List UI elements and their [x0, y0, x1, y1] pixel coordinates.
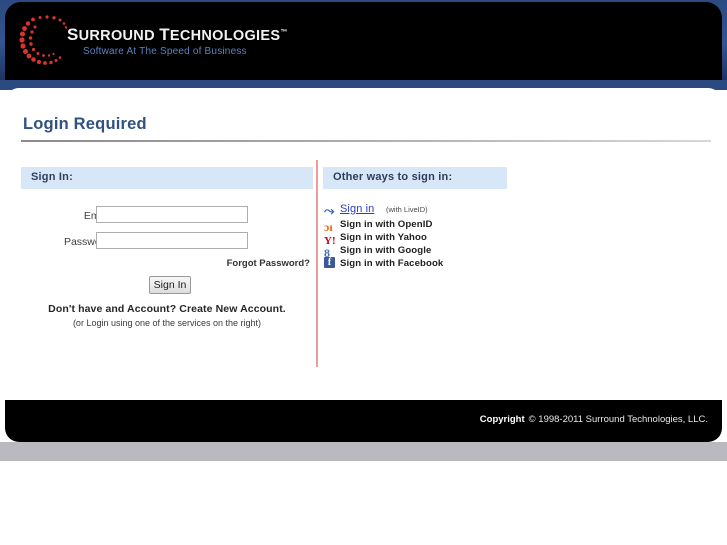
copyright-word: Copyright	[479, 414, 525, 425]
title-divider	[21, 140, 711, 142]
provider-openid-label[interactable]: Sign in with OpenID	[340, 219, 433, 230]
facebook-glyph: f	[324, 257, 335, 268]
forgot-password-link[interactable]: Forgot Password?	[175, 258, 310, 269]
provider-liveid-label[interactable]: Sign in	[340, 203, 374, 215]
column-divider	[316, 160, 318, 367]
page-header: SURROUND TECHNOLOGIES™ Software At The S…	[0, 0, 727, 80]
logo-trademark-symbol: ™	[280, 29, 288, 36]
provider-google[interactable]: 8 Sign in with Google	[324, 244, 524, 259]
alternate-login-hint: (or Login using one of the services on t…	[72, 318, 262, 328]
company-logo[interactable]: SURROUND TECHNOLOGIES™ Software At The S…	[17, 13, 287, 71]
provider-liveid-note: (with LiveID)	[386, 205, 428, 214]
signin-submit-button[interactable]: Sign In	[149, 276, 191, 294]
signin-section-header: Sign In:	[21, 167, 313, 189]
other-signin-section-label: Other ways to sign in:	[333, 171, 453, 183]
copyright-notice: Copyright © 1998-2011 Surround Technologi…	[480, 414, 708, 425]
facebook-icon: f	[324, 257, 336, 269]
logo-wordmark: SURROUND TECHNOLOGIES™ Software At The S…	[67, 24, 287, 57]
footer-banner: Copyright © 1998-2011 Surround Technologi…	[5, 400, 722, 442]
header-banner: SURROUND TECHNOLOGIES™ Software At The S…	[5, 2, 722, 80]
logo-name-t: T	[159, 24, 170, 44]
provider-yahoo-label[interactable]: Sign in with Yahoo	[340, 232, 427, 243]
liveid-glyph: ⤳	[324, 203, 335, 218]
password-input[interactable]	[96, 232, 248, 249]
email-input[interactable]	[96, 206, 248, 223]
provider-yahoo[interactable]: Y! Sign in with Yahoo	[324, 231, 524, 247]
logo-tagline: Software At The Speed of Business	[83, 45, 247, 57]
content-panel: Login Required Sign In: Other ways to si…	[5, 88, 722, 405]
logo-name-urround: URROUND	[78, 27, 160, 44]
page-background-below	[0, 461, 727, 545]
provider-liveid[interactable]: ⤳ Sign in (with LiveID)	[324, 201, 524, 218]
login-page: SURROUND TECHNOLOGIES™ Software At The S…	[0, 0, 727, 545]
create-account-link[interactable]: Don't have and Account? Create New Accou…	[21, 303, 313, 315]
logo-name-s: S	[67, 24, 79, 44]
other-signin-provider-list: ⤳ Sign in (with LiveID) ɔı Sign in with …	[324, 201, 524, 270]
yahoo-icon: Y!	[324, 231, 336, 247]
content-frame: Login Required Sign In: Other ways to si…	[0, 80, 727, 405]
provider-google-label[interactable]: Sign in with Google	[340, 245, 431, 256]
provider-facebook-label[interactable]: Sign in with Facebook	[340, 258, 443, 269]
provider-facebook[interactable]: f Sign in with Facebook	[324, 257, 524, 270]
logo-company-name: SURROUND TECHNOLOGIES™	[67, 24, 287, 44]
provider-openid[interactable]: ɔı Sign in with OpenID	[324, 218, 524, 233]
page-title: Login Required	[23, 115, 147, 133]
copyright-text: © 1998-2011 Surround Technologies, LLC.	[528, 414, 708, 425]
google-icon: 8	[324, 244, 336, 259]
page-footer: Copyright © 1998-2011 Surround Technologi…	[0, 400, 727, 445]
other-signin-section-header: Other ways to sign in:	[323, 167, 507, 189]
openid-icon: ɔı	[324, 218, 336, 233]
windows-liveid-icon: ⤳	[324, 202, 337, 218]
signin-section-label: Sign In:	[31, 171, 73, 183]
logo-name-echnologies: ECHNOLOGIES	[169, 27, 281, 44]
browser-bottom-strip	[0, 442, 727, 461]
